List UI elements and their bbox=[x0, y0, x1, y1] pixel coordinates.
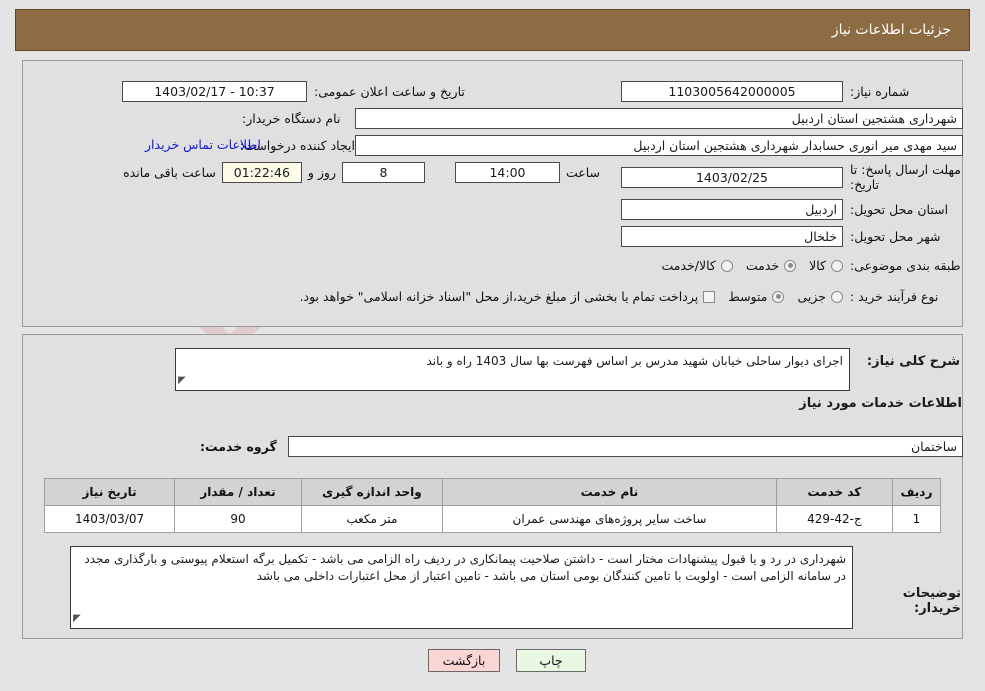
checkbox-islamic-treasury-docs[interactable] bbox=[703, 290, 716, 303]
deadline-days-label: روز و bbox=[307, 165, 336, 180]
buyer-notes-textarea[interactable]: شهرداری در رد و یا قبول پیشنهادات مختار … bbox=[70, 546, 853, 629]
page-header: جزئیات اطلاعات نیاز bbox=[15, 9, 970, 51]
deadline-countdown-label: ساعت باقی مانده bbox=[123, 165, 216, 180]
province-value: اردبیل bbox=[621, 199, 843, 220]
buyer-org-value: شهرداری هشتجین استان اردبیل bbox=[355, 108, 963, 129]
summary-text: اجرای دیوار ساحلی خیابان شهید مدرس بر اس… bbox=[426, 354, 843, 368]
th-quantity: تعداد / مقدار bbox=[174, 478, 302, 506]
announce-datetime-label: تاریخ و ساعت اعلان عمومی: bbox=[314, 84, 465, 99]
radio-category-khedmat[interactable] bbox=[784, 259, 797, 272]
table-header-row: ردیف کد خدمت نام خدمت واحد اندازه گیری ت… bbox=[43, 478, 942, 506]
row-announce-datetime: تاریخ و ساعت اعلان عمومی: 10:37 - 1403/0… bbox=[101, 81, 501, 102]
th-row-no: ردیف bbox=[891, 478, 942, 506]
radio-process-motevaset[interactable] bbox=[772, 290, 785, 303]
resize-grip-icon[interactable]: ◥ bbox=[178, 372, 186, 389]
need-number-value: 1103005642000005 bbox=[621, 81, 843, 102]
deadline-hour-value: 14:00 bbox=[454, 162, 560, 183]
row-province: استان محل تحویل: اردبیل bbox=[610, 199, 963, 220]
th-need-date: تاریخ نیاز bbox=[43, 478, 176, 506]
radio-process-jozi-label: جزیی bbox=[797, 289, 826, 304]
td-quantity: 90 bbox=[174, 505, 302, 533]
th-unit: واحد اندازه گیری bbox=[300, 478, 444, 506]
buyer-notes-text: شهرداری در رد و یا قبول پیشنهادات مختار … bbox=[84, 552, 846, 583]
row-category: طبقه بندی موضوعی: کالا خدمت کالا/خدمت bbox=[500, 258, 963, 273]
td-service-code: ج-42-429 bbox=[775, 505, 893, 533]
row-service-group: گروه خدمت: ساختمان bbox=[175, 436, 963, 457]
row-purchase-process: نوع فرآیند خرید : جزیی متوسط پرداخت تمام… bbox=[118, 289, 963, 304]
radio-category-kala-label: کالا bbox=[809, 258, 826, 273]
back-button[interactable]: بازگشت bbox=[428, 649, 500, 672]
radio-category-kala-khedmat[interactable] bbox=[720, 259, 733, 272]
checkbox-islamic-treasury-docs-label: پرداخت تمام یا بخشی از مبلغ خرید،از محل … bbox=[299, 289, 699, 304]
service-group-label: گروه خدمت: bbox=[200, 439, 277, 454]
td-need-date: 1403/03/07 bbox=[43, 505, 176, 533]
radio-category-kala-khedmat-label: کالا/خدمت bbox=[661, 258, 716, 273]
service-group-value: ساختمان bbox=[288, 436, 963, 457]
row-requester: ایجاد کننده درخواست: سید مهدی میر انوری … bbox=[235, 135, 963, 156]
radio-category-khedmat-label: خدمت bbox=[745, 258, 780, 273]
row-deadline-date: مهلت ارسال پاسخ: تا تاریخ: 1403/02/25 bbox=[610, 162, 963, 192]
category-label: طبقه بندی موضوعی: bbox=[850, 258, 961, 273]
buyer-contact-link[interactable]: اطلاعات تماس خریدار bbox=[145, 137, 261, 152]
city-label: شهر محل تحویل: bbox=[850, 229, 941, 244]
radio-process-motevaset-label: متوسط bbox=[728, 289, 768, 304]
need-number-label: شماره نیاز: bbox=[850, 84, 910, 99]
deadline-date-value: 1403/02/25 bbox=[621, 166, 843, 188]
deadline-hour-label: ساعت bbox=[565, 165, 600, 180]
deadline-countdown-value: 01:22:46 bbox=[221, 162, 302, 183]
td-service-name: ساخت سایر پروژه‌های مهندسی عمران bbox=[442, 505, 777, 533]
th-service-code: کد خدمت bbox=[775, 478, 893, 506]
buyer-notes-label: توضیحات خریدار: bbox=[902, 586, 961, 616]
summary-textarea[interactable]: اجرای دیوار ساحلی خیابان شهید مدرس بر اس… bbox=[175, 348, 850, 391]
td-unit: متر مکعب bbox=[300, 505, 444, 533]
page-root: AriaTender.net V جزئیات اطلاعات نیاز شما… bbox=[0, 0, 985, 691]
services-table: ردیف کد خدمت نام خدمت واحد اندازه گیری ت… bbox=[43, 478, 942, 533]
row-deadline-time: ساعت 14:00 8 روز و 01:22:46 ساعت باقی ما… bbox=[101, 162, 606, 183]
services-section-title: اطلاعات خدمات مورد نیاز bbox=[799, 396, 962, 411]
deadline-label: مهلت ارسال پاسخ: تا تاریخ: bbox=[850, 162, 961, 192]
requester-value: سید مهدی میر انوری حسابدار شهرداری هشتجی… bbox=[355, 135, 963, 156]
th-service-name: نام خدمت bbox=[442, 478, 777, 506]
buyer-org-label: نام دستگاه خریدار: bbox=[242, 111, 341, 126]
page-title: جزئیات اطلاعات نیاز bbox=[831, 22, 951, 38]
purchase-process-label: نوع فرآیند خرید : bbox=[850, 289, 939, 304]
deadline-days-value: 8 bbox=[341, 162, 425, 183]
row-city: شهر محل تحویل: خلخال bbox=[610, 226, 963, 247]
resize-grip-icon-notes[interactable]: ◥ bbox=[73, 610, 81, 627]
province-label: استان محل تحویل: bbox=[850, 202, 949, 217]
row-buyer-org: نام دستگاه خریدار: شهرداری هشتجین استان … bbox=[235, 108, 963, 129]
print-button[interactable]: چاپ bbox=[516, 649, 586, 672]
td-row-no: 1 bbox=[891, 505, 942, 533]
city-value: خلخال bbox=[621, 226, 843, 247]
radio-category-kala[interactable] bbox=[831, 259, 843, 272]
radio-process-jozi[interactable] bbox=[831, 290, 843, 303]
table-row: 1 ج-42-429 ساخت سایر پروژه‌های مهندسی عم… bbox=[43, 505, 942, 533]
row-need-number: شماره نیاز: 1103005642000005 bbox=[610, 81, 963, 102]
announce-datetime-value: 10:37 - 1403/02/17 bbox=[122, 81, 307, 102]
summary-label: شرح کلی نیاز: bbox=[866, 354, 960, 369]
